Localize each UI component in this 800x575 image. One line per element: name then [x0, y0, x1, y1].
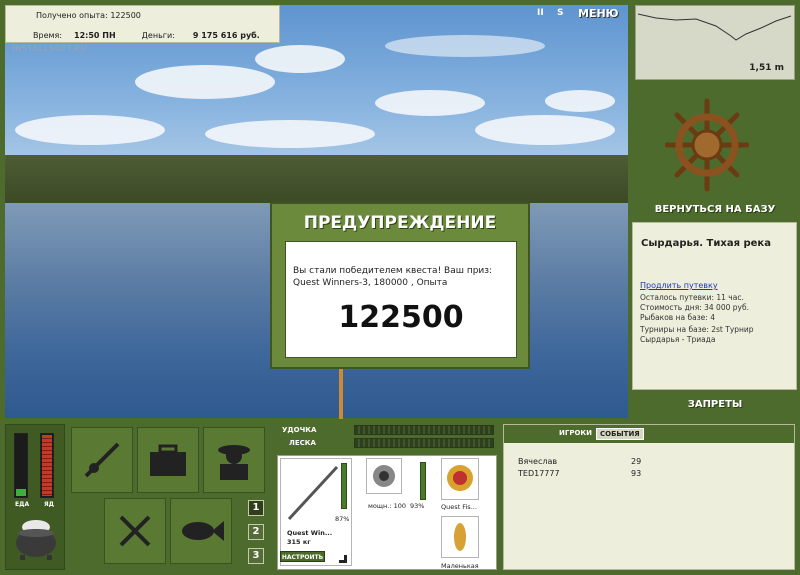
cloud [375, 90, 485, 116]
extend-permit-link[interactable]: Продлить путевку [640, 281, 718, 290]
cloud [135, 65, 275, 99]
fork-knife-icon [119, 515, 151, 547]
lure-slot[interactable] [441, 516, 479, 558]
fish-icon [182, 521, 224, 541]
cloud [205, 120, 375, 148]
time-label: Время: [33, 31, 63, 40]
reel-slot[interactable] [366, 458, 402, 494]
tournaments-line-1: Турниры на базе: 2st Турнир [640, 325, 754, 334]
top-info-panel: Получено опыта: 122500 Время: 12:50 ПН Д… [5, 5, 280, 43]
status-row: Время: 12:50 ПН Деньги: 9 175 616 руб. [33, 31, 260, 40]
tournaments-line-2: Сырдарья - Триада [640, 335, 716, 344]
dialog-body[interactable]: Вы стали победителем квеста! Ваш приз: Q… [285, 241, 517, 358]
tackle-box-button[interactable] [137, 427, 199, 493]
rod-name: Quest Win... [287, 529, 333, 537]
exp-gained-value: 122500 [110, 11, 141, 20]
food-meter [14, 433, 28, 498]
rod-image [287, 465, 339, 521]
tree-line [5, 155, 628, 205]
dialog-title: ПРЕДУПРЕЖДЕНИЕ [303, 213, 497, 233]
permit-remaining: Осталось путевки: 11 час. [640, 293, 744, 302]
reel-power: мощн.: 100 [368, 502, 406, 510]
player-name: Вячеслав [518, 457, 558, 466]
dialog-message: Вы стали победителем квеста! Ваш приз: Q… [293, 266, 493, 288]
location-title: Сырдарья. Тихая река [641, 238, 771, 249]
exp-gained: Получено опыта: 122500 [36, 11, 141, 20]
exp-gained-label: Получено опыта: [36, 11, 108, 20]
line-label: ЛЕСКА [289, 439, 316, 447]
poison-label: ЯД [44, 501, 54, 508]
rod-durability-bar [341, 463, 347, 509]
cloud [15, 115, 165, 145]
rod-action-button[interactable] [71, 427, 133, 493]
bans-button[interactable]: ЗАПРЕТЫ [630, 399, 800, 410]
arrow-icon [339, 555, 347, 563]
cloud [255, 45, 345, 73]
players-tabs: ИГРОКИ СОБЫТИЯ [504, 425, 794, 443]
reel-durability-bar [420, 462, 426, 500]
tab-players[interactable]: ИГРОКИ [556, 428, 595, 438]
tune-button[interactable]: НАСТРОИТЬ [280, 551, 325, 562]
rod-slot[interactable]: 87% Quest Win... 315 кг [280, 458, 352, 566]
rod-percent: 87% [335, 515, 350, 523]
tackle-box-icon [150, 444, 186, 476]
slot-3-button[interactable]: 3 [248, 548, 264, 564]
player-value: 93 [631, 469, 642, 478]
menu-button[interactable]: МЕНЮ [578, 7, 619, 20]
status-meters: ЕДА ЯД [5, 424, 65, 570]
reel-percent: 93% [410, 502, 425, 510]
map-button[interactable]: S [557, 8, 563, 22]
return-to-base-button[interactable]: ВЕРНУТЬСЯ НА БАЗУ [630, 204, 800, 215]
depth-value: 1,51 m [749, 63, 784, 73]
rod-icon [84, 442, 120, 478]
day-cost: Стоимость дня: 34 000 руб. [640, 303, 749, 312]
line-name: Quest Fis... [441, 503, 477, 511]
cloud [545, 90, 615, 112]
watermark: INSTALLSOFT.RU [12, 44, 87, 53]
slot-2-button[interactable]: 2 [248, 524, 264, 540]
cloud [475, 115, 615, 145]
spoon-lure-icon [454, 523, 466, 551]
slot-1-button[interactable]: 1 [248, 500, 264, 516]
lure-name: Маленькая [441, 562, 479, 570]
action-panel: 1 2 3 [68, 424, 273, 570]
angler-button[interactable] [203, 427, 265, 493]
money-value: 9 175 616 руб. [192, 31, 260, 40]
tab-events[interactable]: СОБЫТИЯ [596, 428, 644, 440]
rod-label: УДОЧКА [282, 426, 317, 434]
depth-profile: 1,51 m [635, 5, 795, 80]
helm-icon[interactable] [664, 97, 750, 193]
money-label: Деньги: [141, 31, 175, 40]
location-panel: Сырдарья. Тихая река Продлить путевку Ос… [632, 222, 797, 390]
player-name: TED17777 [518, 469, 560, 478]
line-spool-icon [447, 465, 473, 491]
reel-icon [373, 465, 395, 487]
poison-meter [40, 433, 54, 498]
rod-weight: 315 кг [287, 538, 311, 546]
cauldron-icon[interactable] [14, 513, 58, 561]
fishing-rod-tip [339, 369, 343, 419]
food-label: ЕДА [15, 501, 30, 508]
fish-button[interactable] [170, 498, 232, 564]
players-panel: ИГРОКИ СОБЫТИЯ Вячеслав 29 TED17777 93 [503, 424, 795, 570]
angler-icon [218, 445, 250, 480]
dialog-reward-value: 122500 [338, 300, 464, 335]
poison-meter-fill [42, 435, 52, 496]
time-value: 12:50 ПН [74, 31, 116, 40]
player-value: 29 [631, 457, 642, 466]
pause-button[interactable]: II [537, 8, 544, 22]
rod-tension-bar [354, 425, 494, 435]
food-meter-fill [16, 489, 26, 496]
food-button[interactable] [104, 498, 166, 564]
warning-dialog: ПРЕДУПРЕЖДЕНИЕ Вы стали победителем квес… [270, 202, 530, 369]
line-slot[interactable] [441, 458, 479, 500]
line-tension-bar [354, 438, 494, 448]
cloud [385, 35, 545, 57]
anglers-at-base: Рыбаков на базе: 4 [640, 313, 715, 322]
